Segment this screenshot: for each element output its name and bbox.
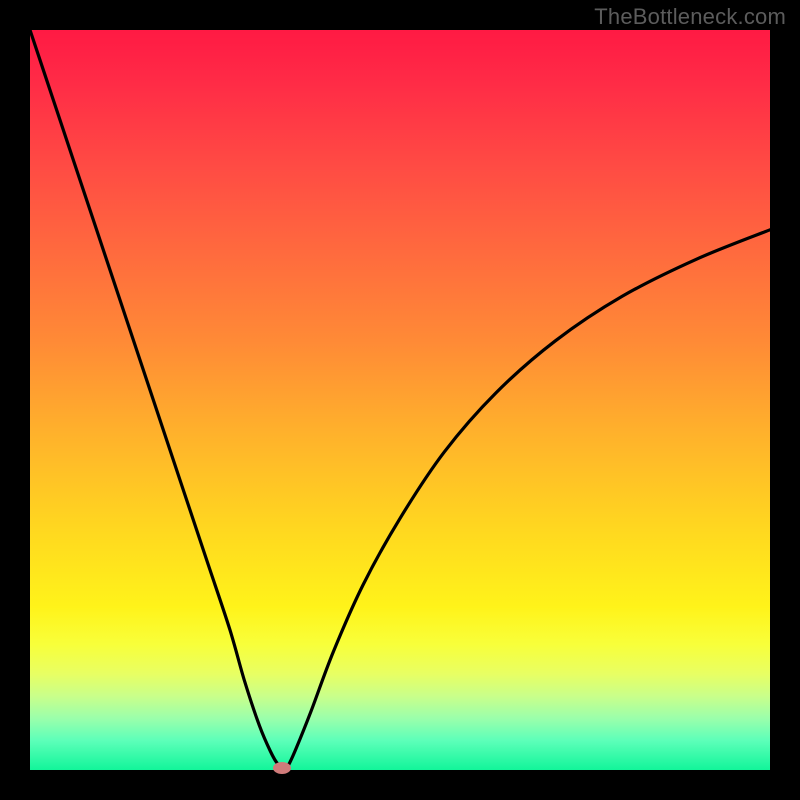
plot-area <box>30 30 770 770</box>
curve-svg <box>30 30 770 770</box>
bottleneck-curve <box>30 30 770 768</box>
optimum-marker <box>273 762 291 774</box>
watermark-text: TheBottleneck.com <box>594 4 786 30</box>
chart-frame: TheBottleneck.com <box>0 0 800 800</box>
